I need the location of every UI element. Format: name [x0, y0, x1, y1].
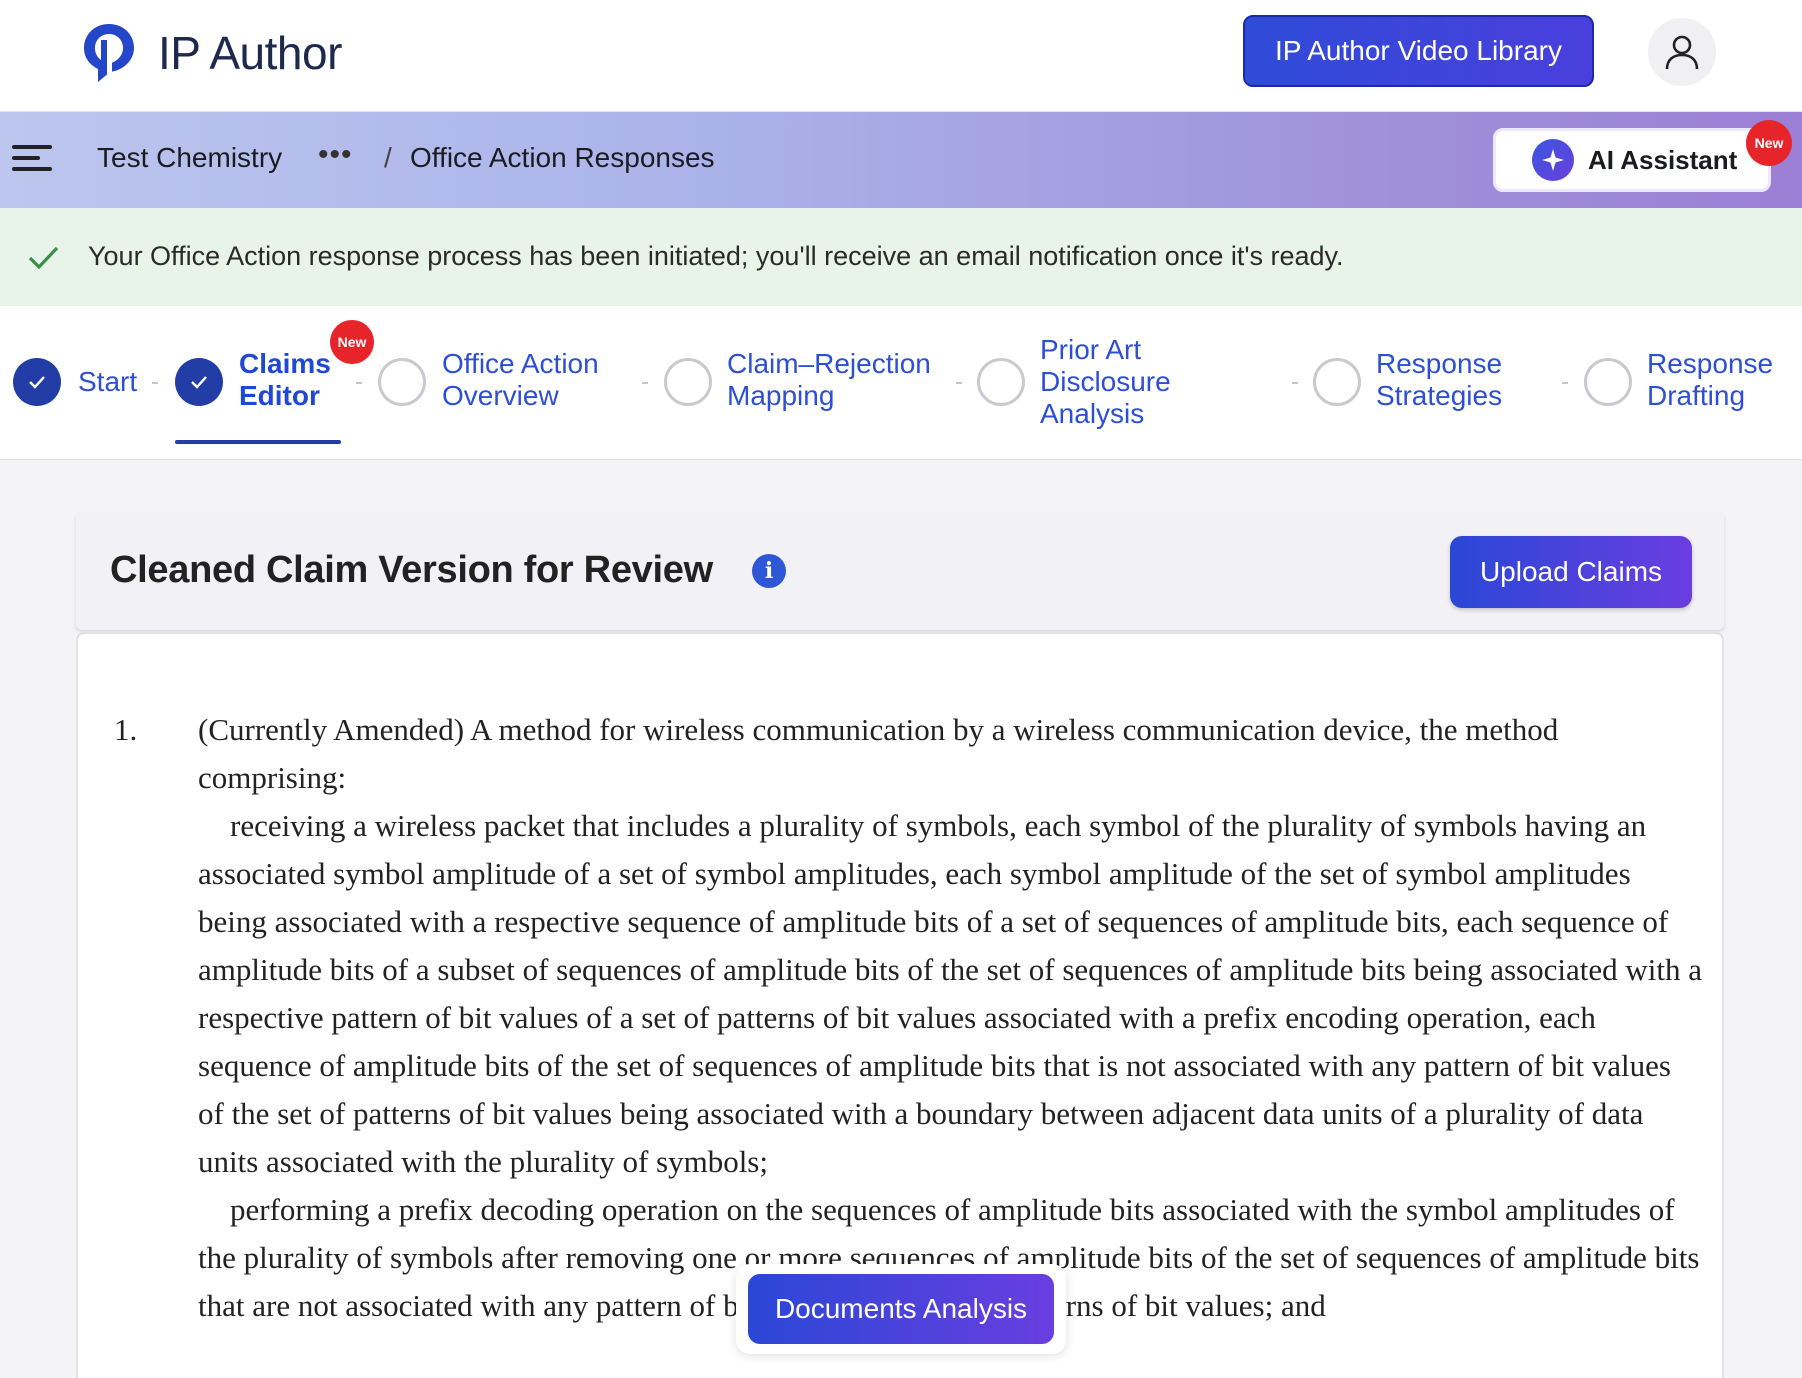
upload-claims-button[interactable]: Upload Claims: [1450, 536, 1692, 608]
success-banner: Your Office Action response process has …: [0, 208, 1802, 306]
app-name: IP Author: [158, 27, 342, 79]
app-logo[interactable]: IP Author: [80, 20, 342, 86]
top-header: IP Author IP Author Video Library: [0, 0, 1802, 112]
step-claims-editor-label[interactable]: Claims Editor: [239, 348, 331, 412]
step-label-line1: Office Action: [442, 348, 599, 379]
check-icon: [28, 246, 59, 270]
ai-assistant-label: AI Assistant: [1588, 144, 1738, 175]
step-label-line2: Drafting: [1647, 380, 1746, 411]
user-icon: [1665, 35, 1699, 70]
step-label-line1: Claims: [239, 348, 331, 379]
step-prior-art-analysis-label[interactable]: Prior Art Disclosure Analysis: [1040, 334, 1171, 430]
claim-card-header: Cleaned Claim Version for Review i Uploa…: [76, 512, 1724, 630]
breadcrumb-separator: /: [384, 142, 392, 173]
documents-analysis-container: Documents Analysis: [736, 1264, 1066, 1354]
user-avatar-button[interactable]: [1648, 18, 1716, 86]
step-office-action-overview-label[interactable]: Office Action Overview: [442, 348, 599, 412]
claim-paragraph: receiving a wireless packet that include…: [198, 808, 1702, 1179]
step-label-line1: Start: [78, 366, 138, 397]
step-claim-rejection-mapping-circle[interactable]: [664, 358, 712, 406]
step-connector: [356, 382, 362, 384]
step-response-strategies-circle[interactable]: [1313, 358, 1361, 406]
step-claims-editor-check-icon[interactable]: [175, 358, 223, 406]
claim-number: 1.: [114, 712, 138, 747]
step-label-line1: Claim–Rejection: [727, 348, 931, 379]
step-label-line2: Strategies: [1376, 380, 1503, 411]
step-connector: [152, 382, 158, 384]
step-response-strategies-label[interactable]: Response Strategies: [1376, 348, 1502, 412]
step-connector: [642, 382, 648, 384]
claim-intro: (Currently Amended) A method for wireles…: [198, 712, 1559, 795]
info-icon[interactable]: i: [752, 554, 786, 588]
step-label-line2: Mapping: [727, 380, 835, 411]
breadcrumb-bar: Test Chemistry ••• / Office Action Respo…: [0, 112, 1802, 208]
step-response-drafting-circle[interactable]: [1584, 358, 1632, 406]
sparkle-icon: [1532, 139, 1574, 181]
step-start-label[interactable]: Start: [78, 366, 137, 398]
step-connector: [956, 382, 962, 384]
step-connector: [1562, 382, 1568, 384]
step-prior-art-analysis-circle[interactable]: [977, 358, 1025, 406]
step-label-line2: Overview: [442, 380, 559, 411]
breadcrumb-more-icon[interactable]: •••: [318, 138, 353, 172]
step-label-line2: Editor: [239, 380, 320, 411]
banner-message: Your Office Action response process has …: [88, 241, 1344, 271]
step-connector: [1292, 382, 1298, 384]
menu-icon[interactable]: [12, 145, 52, 175]
step-label-line3: Analysis: [1040, 398, 1145, 429]
breadcrumb-project[interactable]: Test Chemistry: [97, 142, 282, 174]
active-step-indicator: [175, 440, 341, 444]
claim-text[interactable]: 1. (Currently Amended) A method for wire…: [114, 706, 1704, 1330]
step-start-check-icon[interactable]: [13, 358, 61, 406]
ai-assistant-button[interactable]: AI Assistant: [1493, 128, 1771, 192]
step-claim-rejection-mapping-label[interactable]: Claim–Rejection Mapping: [727, 348, 931, 412]
video-library-button[interactable]: IP Author Video Library: [1243, 15, 1594, 87]
step-label-line1: Prior Art: [1040, 334, 1142, 365]
step-label-line2: Disclosure: [1040, 366, 1171, 397]
step-response-drafting-label[interactable]: Response Drafting: [1647, 348, 1773, 412]
step-label-line1: Response: [1376, 348, 1503, 379]
step-office-action-overview-circle[interactable]: [378, 358, 426, 406]
documents-analysis-button[interactable]: Documents Analysis: [748, 1274, 1054, 1344]
claims-editor-new-badge: New: [330, 320, 374, 364]
step-label-line1: Response: [1647, 348, 1774, 379]
card-title: Cleaned Claim Version for Review: [110, 549, 713, 591]
workflow-stepper: Start Claims Editor New Office Action Ov…: [0, 306, 1802, 460]
breadcrumb-current: Office Action Responses: [410, 142, 715, 173]
ai-assistant-new-badge: New: [1746, 120, 1792, 166]
ip-author-logo-icon: [84, 24, 134, 82]
